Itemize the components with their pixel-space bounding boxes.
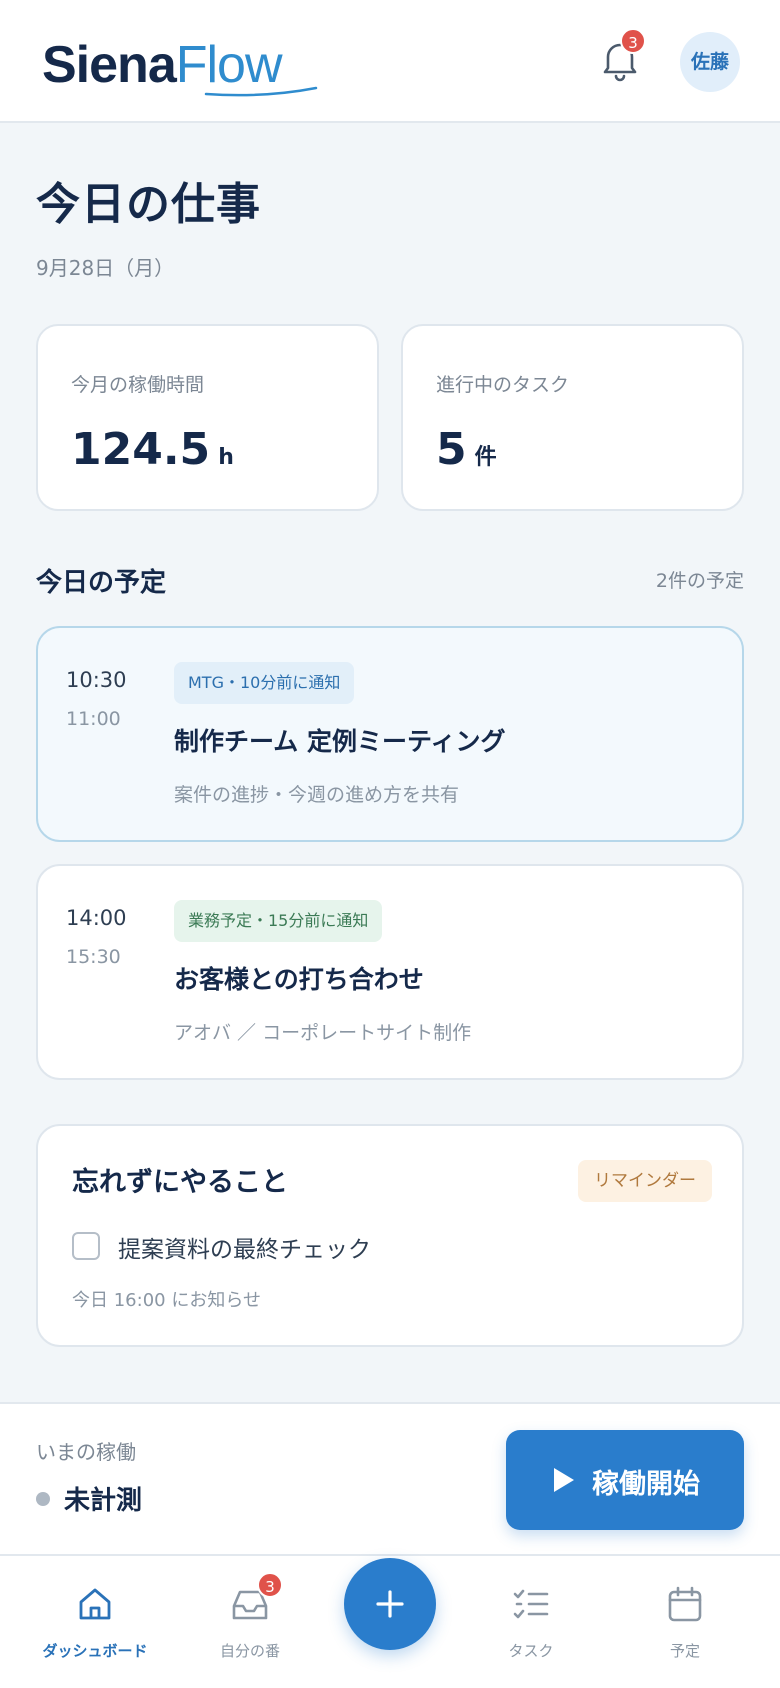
checklist-icon	[513, 1589, 549, 1619]
nav-label: 予定	[669, 1642, 700, 1660]
stat-value-wrap: 5件	[436, 424, 497, 475]
notification-count-badge: 3	[620, 28, 646, 54]
plus-icon	[376, 1590, 404, 1618]
stat-value: 5	[436, 424, 467, 475]
reminder-item-text[interactable]: 提案資料の最終チェック	[118, 1230, 371, 1264]
work-tracking-bar: いまの稼働 未計測 稼働開始	[0, 1402, 780, 1556]
nav-item-dashboard[interactable]: ダッシュボード	[20, 1556, 170, 1688]
stat-value-wrap: 124.5 h	[71, 424, 234, 475]
page-title: 今日の仕事	[36, 179, 261, 230]
stat-label: 進行中のタスク	[436, 374, 570, 396]
schedule-section-title: 今日の予定	[36, 568, 167, 598]
stat-value: 124.5	[71, 424, 211, 475]
event-card[interactable]: 14:00 15:30 業務予定・15分前に通知 お客様との打ち合わせ アオバ …	[36, 864, 744, 1080]
nav-item-tasks[interactable]: タスク	[456, 1556, 606, 1688]
reminder-checkbox[interactable]	[72, 1232, 100, 1260]
logo-text-siena: Siena	[42, 36, 177, 94]
reminder-card: 忘れずにやること リマインダー 提案資料の最終チェック 今日 16:00 にお知…	[36, 1124, 744, 1347]
reminder-badge: リマインダー	[578, 1160, 712, 1202]
nav-item-schedule[interactable]: 予定	[610, 1556, 760, 1688]
logo-swoosh-icon	[204, 86, 318, 97]
app-header: SienaFlow 3 佐藤	[0, 0, 780, 123]
event-tag: MTG・10分前に通知	[174, 662, 355, 704]
event-subtitle: 案件の進捗・今週の進め方を共有	[174, 784, 460, 806]
event-title: お客様との打ち合わせ	[174, 965, 424, 994]
calendar-icon	[668, 1586, 702, 1622]
page-date: 9月28日（月）	[36, 256, 175, 280]
start-work-button[interactable]: 稼働開始	[506, 1430, 744, 1530]
nav-label: 自分の番	[219, 1642, 280, 1660]
play-icon	[554, 1468, 574, 1492]
event-tag: 業務予定・15分前に通知	[174, 900, 383, 942]
event-end-time: 15:30	[66, 946, 121, 968]
event-end-time: 11:00	[66, 708, 121, 730]
tracking-status: 未計測	[64, 1486, 143, 1516]
tracking-label: いまの稼働	[36, 1440, 136, 1464]
stat-card-hours: 今月の稼働時間 124.5 h	[36, 324, 379, 511]
siena-flow-logo[interactable]: SienaFlow	[42, 30, 318, 100]
event-card[interactable]: 10:30 11:00 MTG・10分前に通知 制作チーム 定例ミーティング 案…	[36, 626, 744, 842]
event-start-time: 10:30	[66, 668, 127, 692]
notification-button[interactable]: 3	[600, 28, 646, 82]
status-dot	[36, 1492, 50, 1506]
add-button[interactable]	[344, 1558, 436, 1650]
reminder-time: 今日 16:00 にお知らせ	[72, 1290, 261, 1311]
stat-unit: h	[218, 445, 234, 470]
nav-label: タスク	[508, 1642, 554, 1660]
home-icon	[79, 1588, 111, 1620]
reminder-title: 忘れずにやること	[72, 1167, 288, 1198]
event-title: 制作チーム 定例ミーティング	[174, 727, 506, 756]
nav-badge: 3	[257, 1572, 283, 1598]
nav-label: ダッシュボード	[42, 1642, 148, 1660]
app-root: SienaFlow 3 佐藤 今日の仕事 9月28日（月） 今月の稼働時間 12…	[0, 0, 780, 1688]
event-subtitle: アオバ ／ コーポレートサイト制作	[174, 1022, 472, 1044]
stat-label: 今月の稼働時間	[71, 374, 205, 396]
nav-item-my-turn[interactable]: 3 自分の番	[175, 1556, 325, 1688]
stat-unit: 件	[474, 445, 497, 470]
user-avatar[interactable]: 佐藤	[680, 32, 740, 92]
start-work-label: 稼働開始	[592, 1469, 700, 1500]
schedule-count: 2件の予定	[655, 570, 744, 592]
event-start-time: 14:00	[66, 906, 127, 930]
stat-card-tasks: 進行中のタスク 5件	[401, 324, 744, 511]
